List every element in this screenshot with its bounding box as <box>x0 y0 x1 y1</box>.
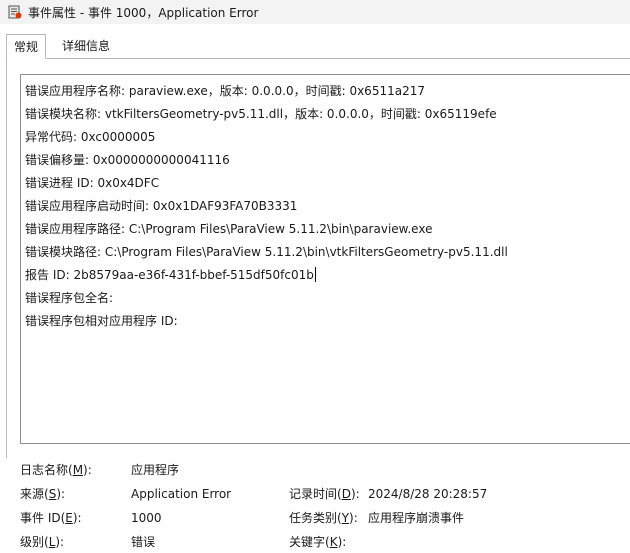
tab-strip: 常规 详细信息 <box>0 34 630 59</box>
level-label: 级别(L): <box>20 535 65 549</box>
event-id-label: 事件 ID(E): <box>20 511 82 525</box>
source-label: 来源(S): <box>20 487 66 501</box>
event-id-value: 1000 <box>131 511 162 525</box>
logged-value: 2024/8/28 20:28:57 <box>368 487 488 501</box>
task-category-label: 任务类别(Y): <box>289 511 358 525</box>
level-value: 错误 <box>131 535 156 549</box>
description-line: 错误程序包全名: <box>25 291 114 305</box>
tab-details[interactable]: 详细信息 <box>55 34 117 58</box>
title-bar: 事件属性 - 事件 1000，Application Error <box>0 0 630 24</box>
description-line: 错误进程 ID: 0x0x4DFC <box>25 176 160 190</box>
log-name-label: 日志名称(M): <box>20 463 92 477</box>
log-name-value: 应用程序 <box>131 463 180 477</box>
description-line: 错误程序包相对应用程序 ID: <box>25 314 178 328</box>
description-line: 错误应用程序路径: C:\Program Files\ParaView 5.11… <box>25 222 433 236</box>
event-viewer-icon <box>8 5 22 19</box>
tab-general[interactable]: 常规 <box>6 34 47 59</box>
description-line: 异常代码: 0xc0000005 <box>25 130 156 144</box>
text-caret <box>314 267 316 282</box>
logged-label: 记录时间(D): <box>289 487 360 501</box>
event-description-box[interactable]: 错误应用程序名称: paraview.exe，版本: 0.0.0.0，时间戳: … <box>20 74 630 444</box>
description-line: 报告 ID: 2b8579aa-e36f-431f-bbef-515df50fc… <box>25 268 314 282</box>
description-line: 错误模块路径: C:\Program Files\ParaView 5.11.2… <box>25 245 508 259</box>
window-title: 事件属性 - 事件 1000，Application Error <box>28 5 259 20</box>
description-line-with-caret: 报告 ID: 2b8579aa-e36f-431f-bbef-515df50fc… <box>25 267 316 283</box>
description-line: 错误应用程序名称: paraview.exe，版本: 0.0.0.0，时间戳: … <box>25 84 425 98</box>
description-line: 错误模块名称: vtkFiltersGeometry-pv5.11.dll，版本… <box>25 107 497 121</box>
description-line: 错误应用程序启动时间: 0x0x1DAF93FA70B3331 <box>25 199 298 213</box>
task-category-value: 应用程序崩溃事件 <box>368 511 465 525</box>
keywords-label: 关键字(K): <box>289 535 347 549</box>
description-line: 错误偏移量: 0x0000000000041116 <box>25 153 230 167</box>
source-value: Application Error <box>131 487 232 501</box>
